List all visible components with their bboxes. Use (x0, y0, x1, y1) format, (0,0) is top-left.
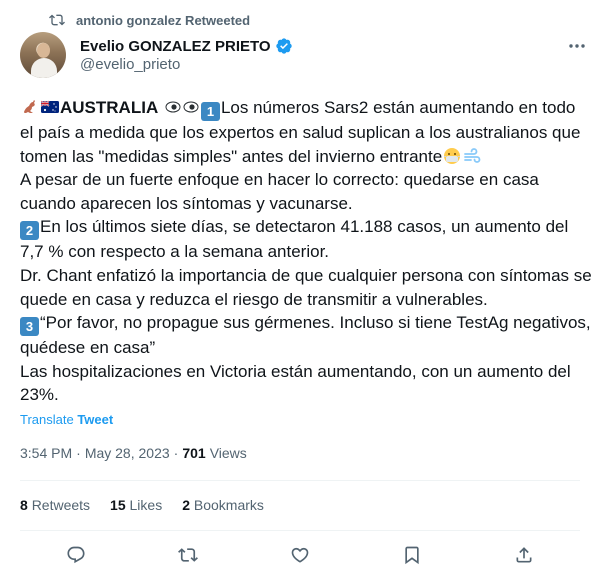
share-button[interactable] (513, 544, 535, 566)
avatar[interactable] (20, 32, 66, 78)
australia-flag-icon (41, 98, 59, 116)
retweet-icon (178, 548, 198, 562)
tweet-text: AUSTRALIA 1 Los números Sars2 están aumen… (20, 96, 592, 407)
country-label: AUSTRALIA (60, 98, 159, 117)
more-icon (569, 44, 585, 48)
paragraph-3-text: En los últimos siete días, se detectaron… (20, 217, 569, 262)
views-count: 701 (182, 445, 206, 461)
retweet-icon (49, 12, 65, 28)
keycap-1-icon: 1 (200, 102, 220, 121)
tweet-paragraph-6: Las hospitalizaciones en Victoria están … (20, 361, 571, 405)
share-icon (516, 547, 532, 563)
bookmarks-stat[interactable]: 2 Bookmarks (182, 497, 264, 513)
tweet-date[interactable]: May 28, 2023 (85, 445, 170, 461)
author-handle[interactable]: @evelio_prieto (80, 56, 180, 73)
translate-tweet-link[interactable]: Translate Tweet (20, 412, 113, 427)
likes-stat[interactable]: 15 Likes (110, 497, 162, 513)
retweet-banner[interactable]: antonio gonzalez Retweeted (49, 11, 251, 29)
bookmarks-label: Bookmarks (193, 497, 264, 513)
keycap-3-icon: 3 (20, 317, 39, 337)
keycap-2-icon: 2 (20, 221, 39, 241)
tweet-actions (20, 540, 580, 570)
likes-label: Likes (129, 497, 163, 513)
author-name-row[interactable]: Evelio GONZALEZ PRIETO (80, 36, 293, 56)
tweet-paragraph-1: AUSTRALIA 1 Los números Sars2 están aumen… (20, 96, 592, 168)
likes-count: 15 (110, 497, 126, 513)
bookmark-button[interactable] (401, 544, 423, 566)
tweet-paragraph-3: 2 En los últimos siete días, se detectaro… (20, 215, 592, 264)
author-name[interactable]: Evelio GONZALEZ PRIETO (80, 38, 271, 55)
divider (20, 530, 580, 531)
translate-suffix: Tweet (77, 412, 114, 427)
like-button[interactable] (289, 544, 311, 566)
retweet-button[interactable] (177, 544, 199, 566)
retweets-count: 8 (20, 497, 28, 513)
retweets-stat[interactable]: 8 Retweets (20, 497, 90, 513)
bookmark-icon (405, 546, 419, 565)
tweet-paragraph-2: A pesar de un fuerte enfoque en hacer lo… (20, 170, 539, 213)
retweets-label: Retweets (31, 497, 91, 513)
divider (20, 480, 580, 481)
verified-badge-icon (275, 38, 292, 54)
kangaroo-icon (21, 98, 39, 116)
reply-button[interactable] (65, 544, 87, 566)
reply-icon (67, 546, 85, 564)
wind-icon (463, 147, 481, 165)
paragraph-5-text: “Por favor, no propague sus gérmenes. In… (20, 313, 591, 358)
more-button[interactable] (566, 36, 588, 56)
views-label: Views (209, 445, 247, 461)
tweet-paragraph-4: Dr. Chant enfatizó la importancia de que… (20, 265, 592, 309)
mask-face-icon (443, 147, 461, 165)
translate-prefix: Translate (20, 412, 78, 427)
like-icon (291, 547, 309, 563)
meta-separator: · (76, 445, 81, 461)
retweet-banner-text: antonio gonzalez Retweeted (76, 12, 251, 28)
tweet-paragraph-5: 3 “Por favor, no propague sus gérmenes. I… (20, 311, 592, 360)
eyes-icon (164, 98, 200, 116)
tweet-meta: 3:54 PM · May 28, 2023 · 701 Views (20, 445, 247, 461)
meta-separator: · (173, 445, 179, 461)
tweet-stats: 8 Retweets 15 Likes 2 Bookmarks (20, 497, 264, 513)
tweet-time[interactable]: 3:54 PM (20, 445, 72, 461)
bookmarks-count: 2 (182, 497, 190, 513)
